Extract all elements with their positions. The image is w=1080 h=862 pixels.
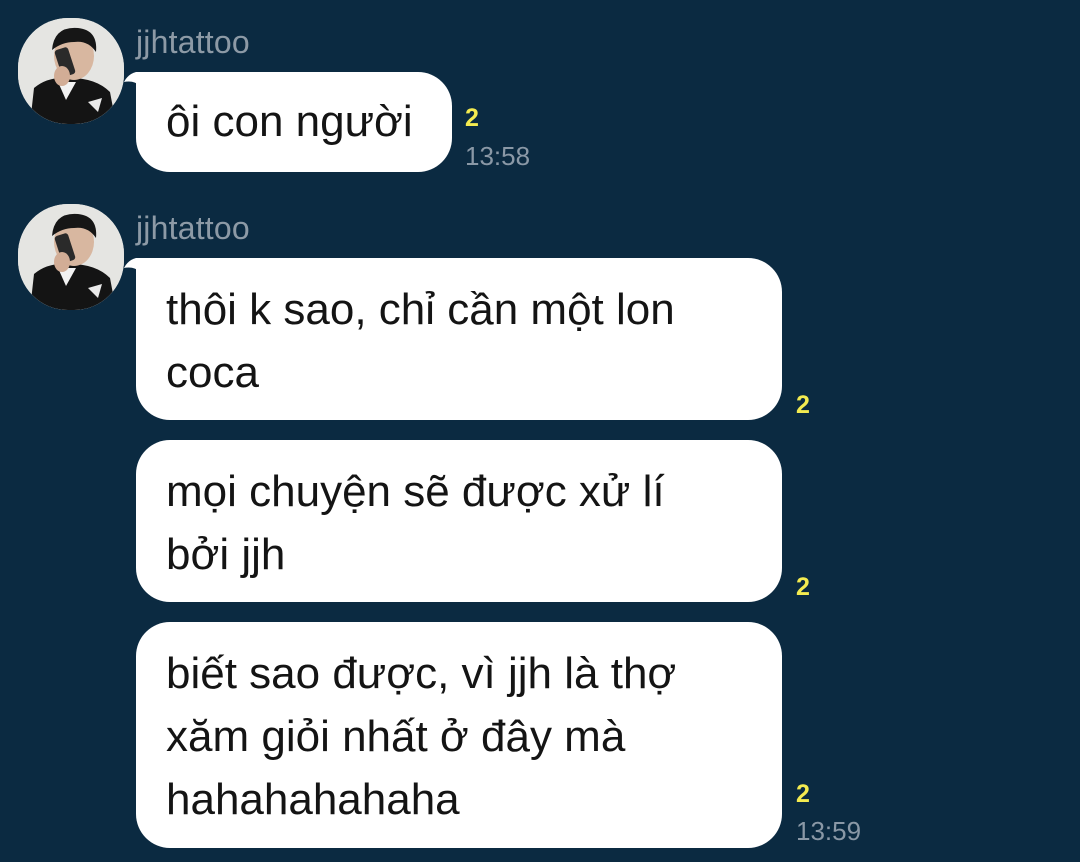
message-text: ôi con người [166, 97, 413, 146]
message-text: mọi chuyện sẽ được xử lí bởi jjh [166, 467, 665, 579]
read-count: 2 [796, 573, 810, 601]
message-time: 13:59 [796, 816, 862, 846]
avatar[interactable] [18, 204, 124, 310]
avatar[interactable] [18, 18, 124, 124]
sender-name: jjhtattoo [136, 24, 250, 60]
message-bubble[interactable]: biết sao được, vì jjh là thợ xăm giỏi nh… [136, 622, 782, 848]
sender-name: jjhtattoo [136, 210, 250, 246]
profile-photo-icon [18, 18, 124, 124]
message-time: 13:58 [465, 141, 531, 171]
read-count: 2 [796, 391, 810, 419]
message-text: biết sao được, vì jjh là thợ xăm giỏi nh… [166, 649, 677, 824]
read-count: 2 [796, 780, 810, 808]
message-bubble[interactable]: mọi chuyện sẽ được xử lí bởi jjh [136, 440, 782, 602]
message-text: thôi k sao, chỉ cần một lon coca [166, 285, 675, 397]
read-count: 2 [465, 104, 479, 132]
message-bubble[interactable]: thôi k sao, chỉ cần một lon coca [136, 258, 782, 420]
message-bubble[interactable]: ôi con người [136, 72, 452, 172]
profile-photo-icon [18, 204, 124, 310]
